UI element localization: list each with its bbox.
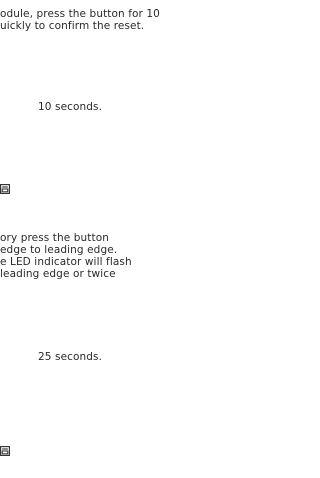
- fax-icon: [0, 446, 10, 456]
- text-line: uickly to confirm the reset.: [0, 20, 145, 32]
- duration-text: 25 seconds.: [38, 351, 103, 363]
- text-line: odule, press the button for 10: [0, 8, 160, 20]
- text-line: ory press the button: [0, 232, 109, 244]
- duration-text: 10 seconds.: [38, 101, 103, 113]
- text-line: e LED indicator will flash: [0, 256, 132, 268]
- text-line: leading edge or twice: [0, 268, 116, 280]
- fax-icon: [0, 184, 10, 194]
- text-line: edge to leading edge.: [0, 244, 118, 256]
